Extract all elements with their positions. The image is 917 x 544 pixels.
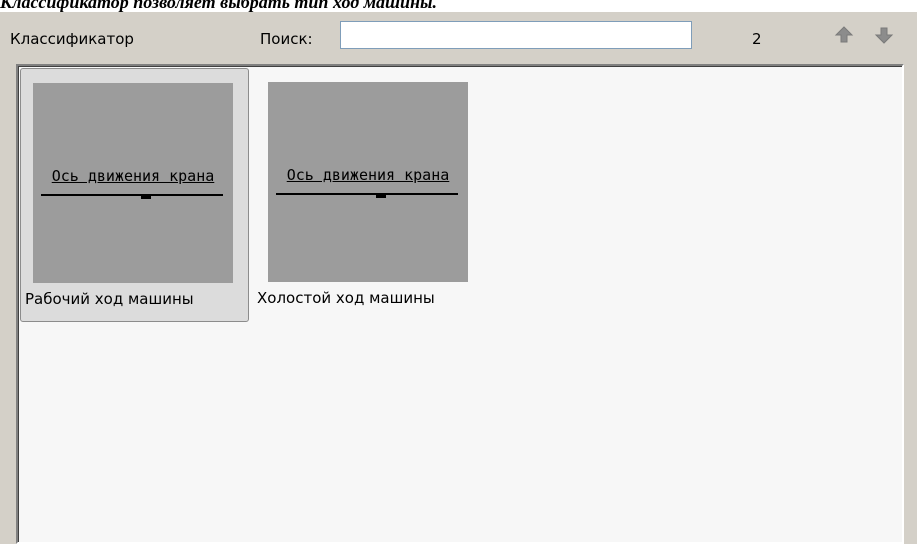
panel-title: Классификатор — [10, 30, 134, 48]
list-item-idle-stroke[interactable]: Ось движения крана Холостой ход машины — [256, 68, 481, 322]
crane-axis-icon — [41, 194, 223, 199]
items-view: Ось движения крана Рабочий ход машины Ос… — [16, 64, 904, 544]
arrow-down-icon — [874, 27, 894, 44]
crane-axis-icon — [276, 193, 458, 198]
item-label: Рабочий ход машины — [25, 290, 194, 308]
search-label: Поиск: — [260, 30, 313, 48]
arrow-up-icon — [834, 26, 854, 43]
item-label: Холостой ход машины — [257, 289, 435, 307]
move-down-button[interactable] — [873, 23, 895, 47]
move-up-button[interactable] — [833, 23, 855, 47]
toolbar: Классификатор Поиск: 2 — [0, 12, 917, 64]
list-item-working-stroke[interactable]: Ось движения крана Рабочий ход машины — [20, 68, 249, 322]
item-count: 2 — [752, 30, 762, 48]
search-input[interactable] — [340, 21, 692, 49]
item-thumbnail: Ось движения крана — [268, 82, 468, 282]
classifier-panel: Классификатор Поиск: 2 Ось движения кран… — [0, 12, 917, 544]
item-thumbnail: Ось движения крана — [33, 83, 233, 283]
